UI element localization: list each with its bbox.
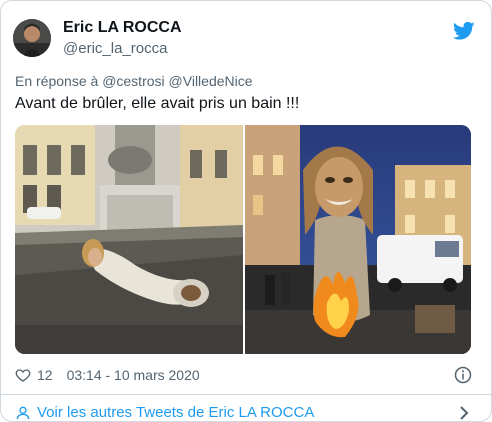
photo-burning-effigy[interactable] <box>245 125 471 354</box>
author-name[interactable]: Eric LA ROCCA <box>63 19 182 37</box>
photo-statue-in-fountain[interactable] <box>15 125 243 354</box>
more-tweets-link[interactable]: Voir les autres Tweets de Eric LA ROCCA <box>15 404 314 421</box>
tweet-timestamp[interactable]: 03:14 - 10 mars 2020 <box>67 367 200 383</box>
user-icon <box>16 406 30 419</box>
author-handle[interactable]: @eric_la_rocca <box>63 40 167 57</box>
like-count[interactable]: 12 <box>37 367 53 383</box>
chevron-right-icon[interactable] <box>458 406 470 420</box>
media-grid <box>15 125 471 354</box>
more-tweets-label: Voir les autres Tweets de Eric LA ROCCA <box>37 404 315 421</box>
tweet-stats: 12 03:14 - 10 mars 2020 <box>15 365 200 385</box>
divider <box>1 394 491 395</box>
mention-link[interactable]: @VilledeNice <box>169 73 253 89</box>
twitter-bird-icon[interactable] <box>453 21 475 41</box>
mention-link[interactable]: @cestrosi <box>102 73 164 89</box>
reply-context: En réponse à @cestrosi @VilledeNice <box>15 73 253 89</box>
tweet-card: Eric LA ROCCA @eric_la_rocca En réponse … <box>0 0 492 422</box>
reply-prefix: En réponse à <box>15 73 99 89</box>
tweet-text: Avant de brûler, elle avait pris un bain… <box>15 95 300 112</box>
author-avatar[interactable] <box>13 19 51 57</box>
info-icon[interactable] <box>454 366 472 384</box>
heart-icon[interactable] <box>15 367 31 383</box>
